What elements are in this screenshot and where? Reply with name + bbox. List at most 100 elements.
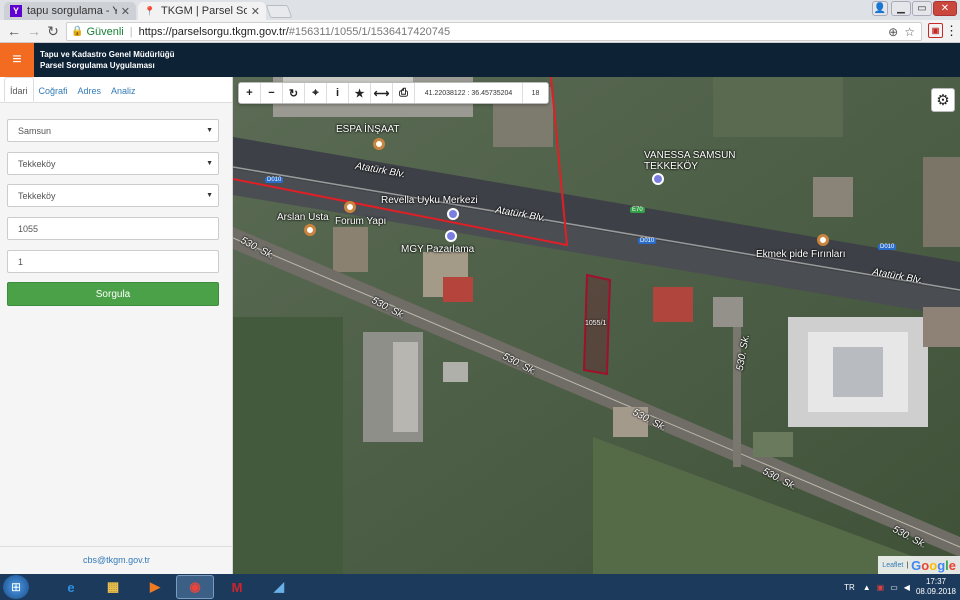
ie-icon[interactable]: e <box>52 575 90 599</box>
road-shield: D010 <box>878 244 897 250</box>
extension-icon[interactable]: ▣ <box>928 23 943 38</box>
caret-down-icon: ▼ <box>206 127 213 134</box>
measure-icon[interactable]: ⟷ <box>371 83 393 103</box>
map-view[interactable]: + − ↻ ⌖ i ★ ⟷ ⎙ 41.22038122 : 36.4573520… <box>233 77 960 574</box>
parcel-value: 1 <box>18 256 24 267</box>
app-header: ≡ Tapu ve Kadastro Genel Müdürlüğü Parse… <box>0 43 960 77</box>
poi-label: Arslan Usta <box>277 212 329 223</box>
folder-icon[interactable]: ▦ <box>94 575 132 599</box>
clock-date: 08.09.2018 <box>915 587 956 596</box>
url-separator: | <box>129 25 133 38</box>
map-attribution: Leaflet | Google <box>878 556 960 574</box>
network-icon[interactable]: ▣ <box>877 583 885 592</box>
poi-marker-icon[interactable] <box>817 234 829 246</box>
leaflet-link[interactable]: Leaflet <box>882 562 903 569</box>
new-tab-button[interactable] <box>265 5 293 18</box>
parcel-input[interactable]: 1 <box>7 250 219 273</box>
poi-marker-icon[interactable] <box>304 224 316 236</box>
print-icon[interactable]: ⎙ <box>393 83 415 103</box>
locate-icon[interactable]: ⌖ <box>305 83 327 103</box>
tab-tkgm[interactable]: 📍 TKGM | Parsel Sorgulama ✕ <box>138 2 266 20</box>
mcafee-icon[interactable]: M <box>218 575 256 599</box>
close-icon[interactable]: ✕ <box>121 5 130 18</box>
language-indicator[interactable]: TR <box>844 583 855 592</box>
neighborhood-value: Tekkeköy <box>18 190 56 201</box>
divider <box>0 546 233 547</box>
caret-down-icon: ▼ <box>206 192 213 199</box>
chrome-icon[interactable]: ◉ <box>176 575 214 599</box>
app-icon[interactable]: ◢ <box>260 575 298 599</box>
menu-dots-icon[interactable]: ⋮ <box>944 23 959 38</box>
neighborhood-select[interactable]: Tekkeköy ▼ <box>7 184 219 207</box>
star-icon[interactable]: ★ <box>349 83 371 103</box>
map-toolbar: + − ↻ ⌖ i ★ ⟷ ⎙ 41.22038122 : 36.4573520… <box>238 82 549 104</box>
poi-marker-icon[interactable] <box>344 201 356 213</box>
info-icon[interactable]: i <box>327 83 349 103</box>
province-value: Samsun <box>18 125 52 136</box>
system-tray: TR ▲ ▣ ▭ ◀ 17:37 08.09.2018 <box>844 574 956 600</box>
poi-marker-icon[interactable] <box>373 138 385 150</box>
sidebar: İdari Coğrafi Adres Analiz Samsun ▼ Tekk… <box>0 77 233 574</box>
sorgula-button[interactable]: Sorgula <box>7 282 219 306</box>
road-shield: D010 <box>265 177 284 183</box>
clock-time: 17:37 <box>925 577 946 586</box>
shop-marker-icon[interactable] <box>652 173 664 185</box>
url-host: https://parselsorgu.tkgm.gov.tr/ <box>138 25 289 38</box>
block-input[interactable]: 1055 <box>7 217 219 240</box>
star-icon[interactable]: ☆ <box>904 25 915 39</box>
address-bar: ← → ↻ 🔒 Güvenli | https://parselsorgu.tk… <box>0 20 960 43</box>
back-icon[interactable]: ← <box>6 23 22 39</box>
location-icon[interactable]: ⊕ <box>888 25 898 39</box>
app-title-line2: Parsel Sorgulama Uygulaması <box>40 61 155 70</box>
volume-icon[interactable]: ◀ <box>904 583 910 592</box>
tab-adres[interactable]: Adres <box>73 77 107 102</box>
maximize-button[interactable]: ▭ <box>912 1 932 16</box>
clock[interactable]: 17:37 08.09.2018 <box>916 577 956 597</box>
secure-label: Güvenli <box>86 25 124 38</box>
tab-analiz[interactable]: Analiz <box>106 77 141 102</box>
user-icon[interactable]: 👤 <box>872 1 888 16</box>
tab-idari[interactable]: İdari <box>4 77 34 102</box>
zoom-out-button[interactable]: − <box>261 83 283 103</box>
poi-label: ESPA İNŞAAT <box>336 124 400 135</box>
close-window-button[interactable]: ✕ <box>933 1 957 16</box>
province-select[interactable]: Samsun ▼ <box>7 119 219 142</box>
refresh-icon[interactable]: ↻ <box>283 83 305 103</box>
tab-cografi[interactable]: Coğrafi <box>34 77 73 102</box>
forward-icon[interactable]: → <box>26 23 42 39</box>
reload-icon[interactable]: ↻ <box>45 23 61 39</box>
hamburger-menu-icon[interactable]: ≡ <box>0 43 34 77</box>
poi-label: MGY Pazarlama <box>401 244 475 255</box>
tray-arrow-icon[interactable]: ▲ <box>863 583 871 592</box>
minimize-button[interactable]: ▁ <box>891 1 911 16</box>
battery-icon[interactable]: ▭ <box>890 583 898 592</box>
shop-marker-icon[interactable] <box>445 230 457 242</box>
windows-start-icon[interactable]: ⊞ <box>3 575 29 599</box>
attribution-separator: | <box>906 561 909 569</box>
tab-yahoo[interactable]: Y tapu sorgulama - Yahoo ✕ <box>4 2 136 20</box>
block-value: 1055 <box>18 223 39 234</box>
coordinate-readout: 41.22038122 : 36.45735204 <box>415 83 523 103</box>
district-select[interactable]: Tekkeköy ▼ <box>7 152 219 175</box>
windows-taskbar: ⊞ e ▦ ▶ ◉ M ◢ TR ▲ ▣ ▭ ◀ 17:37 08.09.201… <box>0 574 960 600</box>
url-path: #156311/1055/1/1536417420745 <box>288 25 451 38</box>
browser-tab-strip: Y tapu sorgulama - Yahoo ✕ 📍 TKGM | Pars… <box>0 0 960 20</box>
shop-marker-icon[interactable] <box>447 208 459 220</box>
road-shield: E70 <box>630 207 645 213</box>
zoom-in-button[interactable]: + <box>239 83 261 103</box>
gear-icon[interactable]: ⚙ <box>931 88 955 112</box>
yahoo-icon: Y <box>10 5 22 17</box>
district-value: Tekkeköy <box>18 158 56 169</box>
tab-title: tapu sorgulama - Yahoo <box>27 5 117 17</box>
contact-email-link[interactable]: cbs@tkgm.gov.tr <box>0 555 233 565</box>
media-player-icon[interactable]: ▶ <box>136 575 174 599</box>
tab-title: TKGM | Parsel Sorgulama <box>161 5 247 17</box>
poi-label: Ekmek pide Fırınları <box>756 249 846 260</box>
poi-label: VANESSA SAMSUN <box>644 150 736 161</box>
road-shield: D010 <box>638 238 657 244</box>
url-input[interactable]: 🔒 Güvenli | https://parselsorgu.tkgm.gov… <box>66 22 922 41</box>
lock-icon: 🔒 <box>71 26 84 37</box>
app-title-line1: Tapu ve Kadastro Genel Müdürlüğü <box>40 50 175 59</box>
close-icon[interactable]: ✕ <box>251 5 260 18</box>
poi-label: Revella Uyku Merkezi <box>381 195 478 206</box>
